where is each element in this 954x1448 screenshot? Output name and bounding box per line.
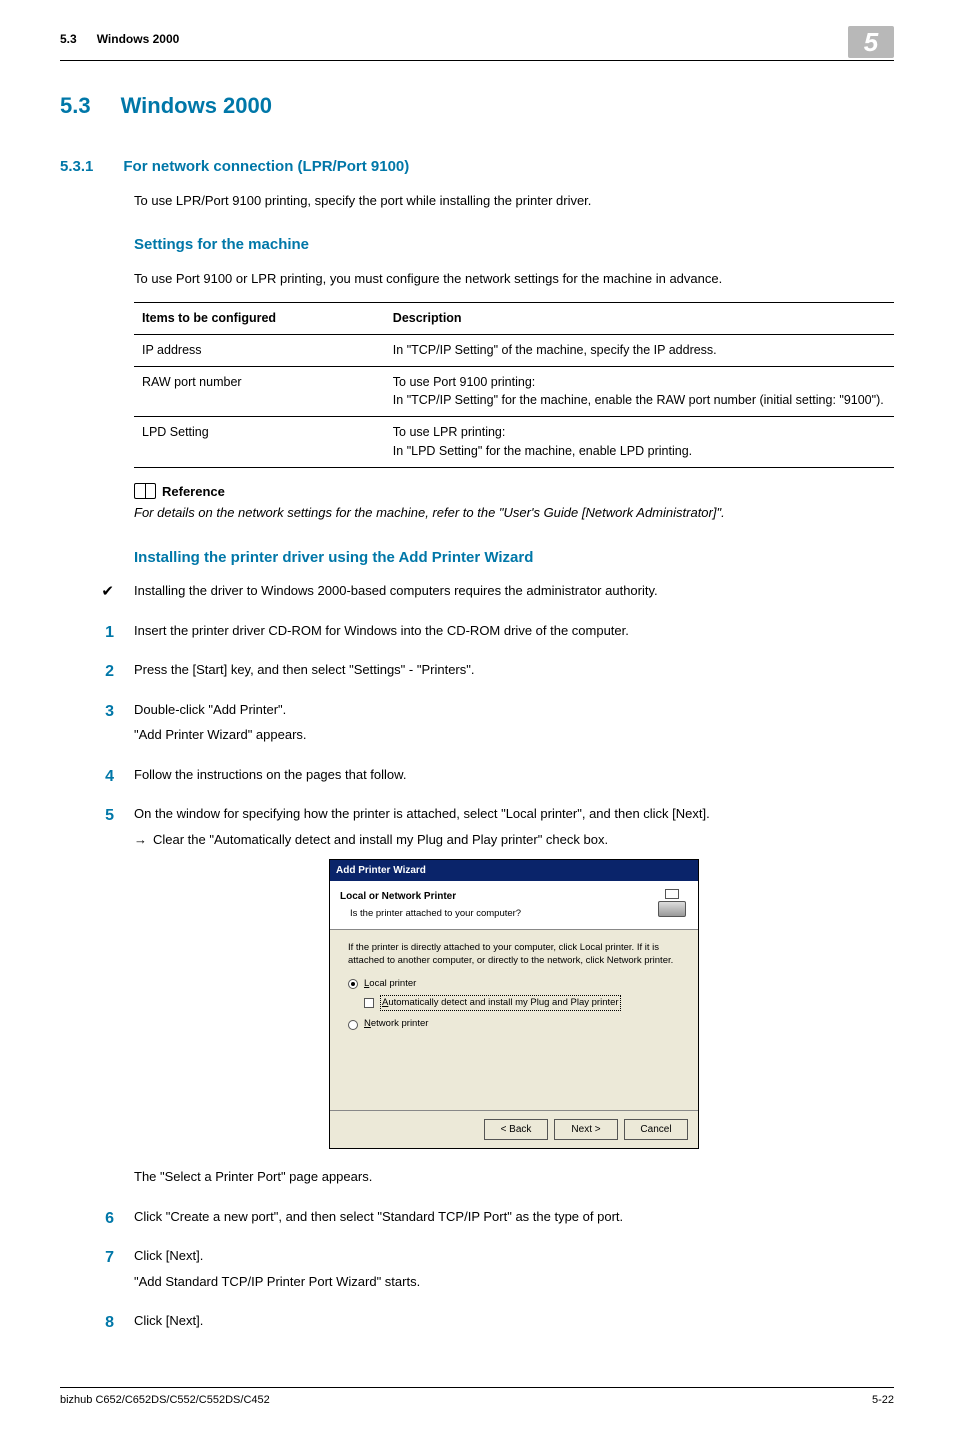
dialog-titlebar: Add Printer Wizard [330,860,698,881]
checkbox-icon [364,998,374,1008]
step-6: 6 Click "Create a new port", and then se… [60,1207,894,1233]
dialog-intro-text: If the printer is directly attached to y… [348,942,680,967]
page-footer: bizhub C652/C652DS/C552/C552DS/C452 5-22 [60,1387,894,1409]
running-header-section-num: 5.3 [60,32,77,46]
dialog-header-text: Local or Network Printer Is the printer … [340,889,521,921]
step-result: "Add Standard TCP/IP Printer Port Wizard… [134,1272,894,1292]
step-3: 3 Double-click "Add Printer". "Add Print… [60,700,894,751]
install-heading: Installing the printer driver using the … [134,547,894,570]
table-row: IP address In "TCP/IP Setting" of the ma… [134,334,894,366]
chapter-number-badge: 5 [848,26,894,58]
table-cell-desc: To use Port 9100 printing: In "TCP/IP Se… [385,366,894,417]
table-cell-desc: In "TCP/IP Setting" of the machine, spec… [385,334,894,366]
step-prereq: ✔ Installing the driver to Windows 2000-… [60,581,894,607]
page-top-header: 5.3 Windows 2000 5 [60,30,894,61]
dialog-footer: < Back Next > Cancel [330,1110,698,1148]
dialog-header: Local or Network Printer Is the printer … [330,881,698,930]
step-text: Click [Next]. [134,1246,894,1266]
arrow-icon: → [134,830,147,850]
section-heading: 5.3 Windows 2000 [60,89,894,122]
subsection-intro: To use LPR/Port 9100 printing, specify t… [134,191,894,211]
running-header-section-name: Windows 2000 [97,32,180,46]
subsection-heading: 5.3.1 For network connection (LPR/Port 9… [60,156,894,179]
running-header-left: 5.3 Windows 2000 [60,30,179,48]
subsection-number: 5.3.1 [60,156,93,179]
label-rest: utomatically detect and install my Plug … [388,997,618,1008]
table-header-row: Items to be configured Description [134,303,894,335]
dialog-header-sub: Is the printer attached to your computer… [350,908,521,919]
radio-label: Network printer [364,1017,428,1031]
step-number: 4 [60,765,114,791]
step-number: 2 [60,660,114,686]
access-key: N [364,1018,371,1029]
step-text: Follow the instructions on the pages tha… [134,765,894,785]
settings-heading: Settings for the machine [134,234,894,257]
table-header-desc: Description [385,303,894,335]
step-4: 4 Follow the instructions on the pages t… [60,765,894,791]
book-icon [134,483,156,499]
section-title: Windows 2000 [121,89,272,122]
subsection-title: For network connection (LPR/Port 9100) [123,156,409,179]
step-number: 6 [60,1207,114,1233]
radio-local-printer[interactable]: Local printer [348,977,680,991]
reference-label: Reference [162,482,225,502]
footer-right: 5-22 [872,1392,894,1409]
step-text: Click [Next]. [134,1311,894,1331]
radio-label: Local printer [364,977,416,991]
settings-table: Items to be configured Description IP ad… [134,302,894,468]
footer-left: bizhub C652/C652DS/C552/C552DS/C452 [60,1392,270,1409]
radio-icon [348,979,358,989]
table-cell-item: LPD Setting [134,417,385,468]
step-number: 1 [60,621,114,647]
step-text: Insert the printer driver CD-ROM for Win… [134,621,894,641]
table-header-item: Items to be configured [134,303,385,335]
step-number: 7 [60,1246,114,1297]
table-cell-item: IP address [134,334,385,366]
printer-icon [656,889,688,917]
back-button[interactable]: < Back [484,1119,548,1140]
dialog-screenshot: Add Printer Wizard Local or Network Prin… [134,859,894,1149]
step-text: Click "Create a new port", and then sele… [134,1207,894,1227]
table-cell-desc: To use LPR printing: In "LPD Setting" fo… [385,417,894,468]
step-number: 3 [60,700,114,751]
check-icon: ✔ [60,581,114,607]
step-5: 5 On the window for specifying how the p… [60,804,894,1193]
step-2: 2 Press the [Start] key, and then select… [60,660,894,686]
step-7: 7 Click [Next]. "Add Standard TCP/IP Pri… [60,1246,894,1297]
label-rest: etwork printer [371,1018,429,1029]
section-number: 5.3 [60,89,91,122]
step-8: 8 Click [Next]. [60,1311,894,1337]
step-text: Press the [Start] key, and then select "… [134,660,894,680]
reference-row: Reference [134,482,894,502]
next-button[interactable]: Next > [554,1119,618,1140]
radio-icon [348,1020,358,1030]
label-rest: ocal printer [369,978,416,989]
step-text: Double-click "Add Printer". [134,700,894,720]
cancel-button[interactable]: Cancel [624,1119,688,1140]
step-result: "Add Printer Wizard" appears. [134,725,894,745]
chapter-number-text: 5 [864,23,878,62]
table-cell-item: RAW port number [134,366,385,417]
add-printer-wizard-dialog: Add Printer Wizard Local or Network Prin… [329,859,699,1149]
step-list: ✔ Installing the driver to Windows 2000-… [134,581,894,1337]
checkbox-label: Automatically detect and install my Plug… [380,995,621,1011]
prereq-text: Installing the driver to Windows 2000-ba… [134,581,894,601]
step-text: On the window for specifying how the pri… [134,804,894,824]
step-result: The "Select a Printer Port" page appears… [134,1167,894,1187]
step-1: 1 Insert the printer driver CD-ROM for W… [60,621,894,647]
step-number: 8 [60,1311,114,1337]
settings-intro: To use Port 9100 or LPR printing, you mu… [134,269,894,289]
step-sub-text: Clear the "Automatically detect and inst… [153,830,608,850]
table-row: LPD Setting To use LPR printing: In "LPD… [134,417,894,468]
reference-text: For details on the network settings for … [134,503,894,523]
dialog-body: If the printer is directly attached to y… [330,930,698,1110]
step-number: 5 [60,804,114,1193]
radio-network-printer[interactable]: Network printer [348,1017,680,1031]
step-sub-bullet: → Clear the "Automatically detect and in… [134,830,894,850]
table-row: RAW port number To use Port 9100 printin… [134,366,894,417]
checkbox-auto-detect[interactable]: Automatically detect and install my Plug… [364,995,680,1011]
dialog-header-bold: Local or Network Printer [340,889,521,904]
